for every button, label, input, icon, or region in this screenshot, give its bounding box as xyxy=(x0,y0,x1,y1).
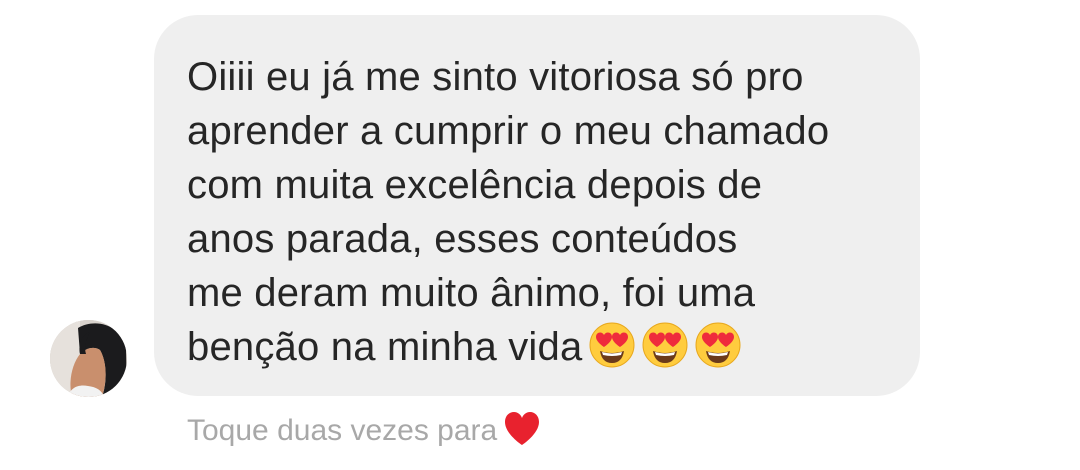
message-line: me deram muito ânimo, foi uma xyxy=(187,271,756,315)
avatar-photo xyxy=(50,320,127,397)
message-line: com muita excelência depois de xyxy=(187,163,763,207)
message-line: aprender a cumprir o meu chamado xyxy=(187,109,830,153)
chat-thread: Oiiii eu já me sinto vitoriosa só pro ap… xyxy=(0,0,1080,470)
heart-eyes-emoji-icon xyxy=(588,321,636,369)
message-text: Oiiii eu já me sinto vitoriosa só pro ap… xyxy=(187,50,907,383)
message-line: anos parada, esses conteúdos xyxy=(187,217,738,261)
message-line: Oiiii eu já me sinto vitoriosa só pro xyxy=(187,55,804,99)
double-tap-hint: Toque duas vezes para xyxy=(187,411,541,451)
message-bubble[interactable]: Oiiii eu já me sinto vitoriosa só pro ap… xyxy=(154,15,920,396)
message-line: benção na minha vida xyxy=(187,325,583,369)
sender-avatar[interactable] xyxy=(50,320,127,397)
heart-icon[interactable] xyxy=(503,411,541,447)
heart-eyes-emoji-icon xyxy=(641,321,689,369)
emoji-group xyxy=(588,321,747,383)
heart-eyes-emoji-icon xyxy=(694,321,742,369)
hint-text: Toque duas vezes para xyxy=(187,414,498,447)
